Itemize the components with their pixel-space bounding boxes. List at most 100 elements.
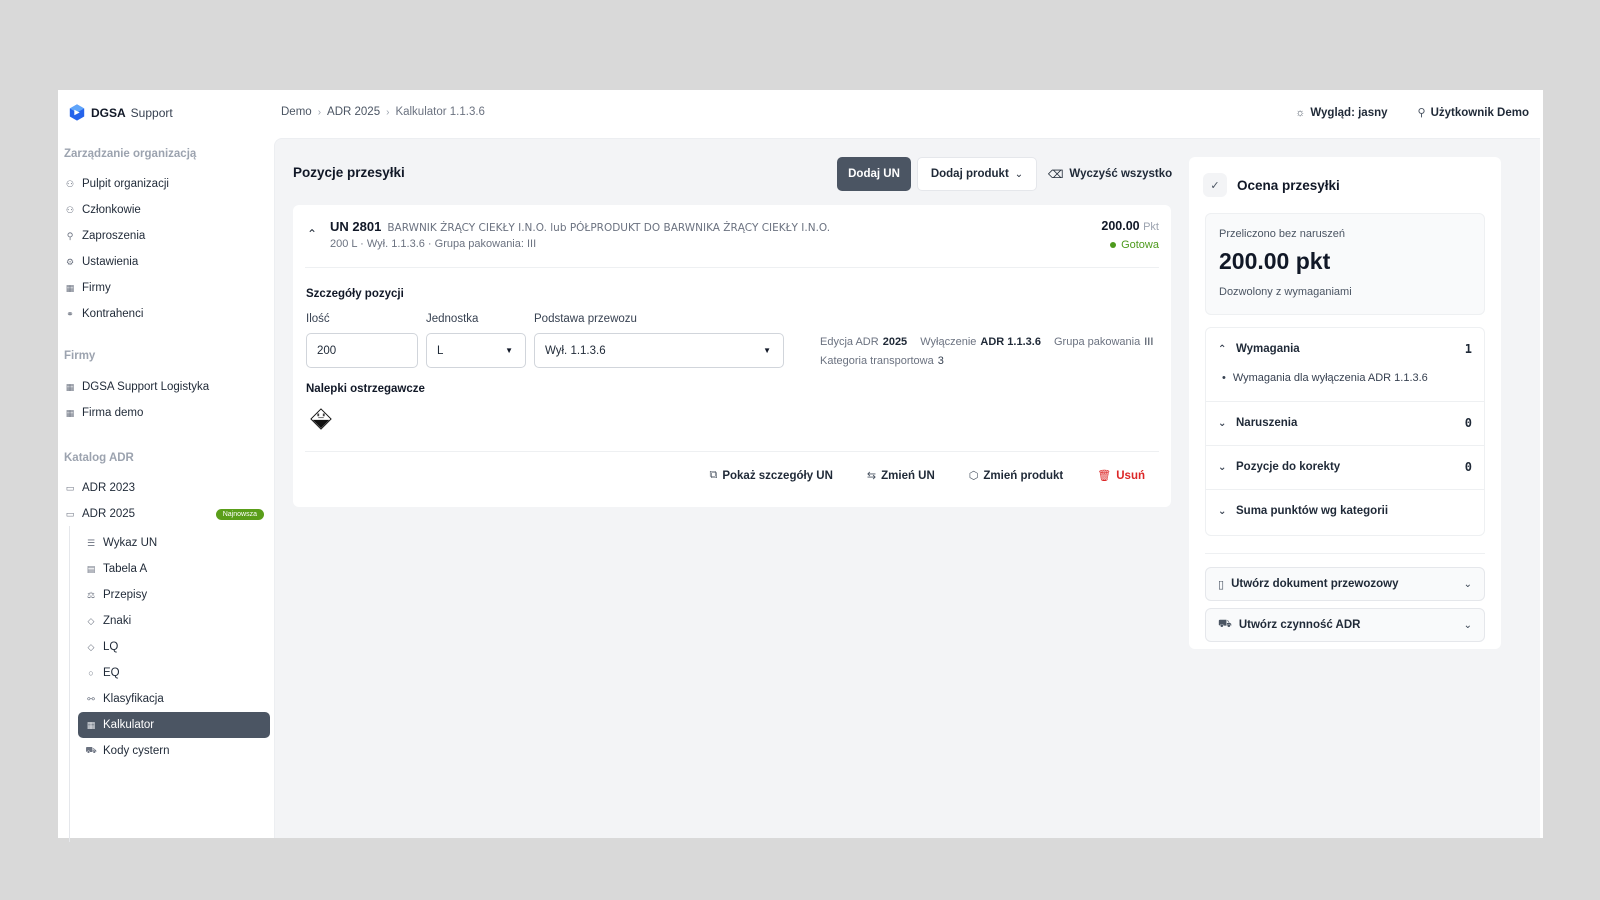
sidebar-item-signs[interactable]: ◇ Znaki bbox=[78, 609, 270, 633]
sidebar-item-settings[interactable]: ⚙ Ustawienia bbox=[64, 250, 264, 274]
chevron-down-icon: ⌄ bbox=[1014, 168, 1024, 180]
latest-badge: Najnowsza bbox=[215, 508, 264, 520]
item-meta: Edycja ADR 2025 Wyłączenie ADR 1.1.3.6 Gru… bbox=[820, 333, 1165, 371]
sum-label: Suma punktów wg kategorii bbox=[1236, 505, 1389, 517]
sidebar-item-label: Wykaz UN bbox=[103, 537, 158, 549]
quantity-field[interactable]: 200 bbox=[306, 333, 418, 368]
building-icon: ▦ bbox=[65, 381, 75, 392]
diamond-icon: ◇ bbox=[87, 641, 95, 652]
sidebar-item-un-list[interactable]: ☰ Wykaz UN bbox=[78, 531, 270, 555]
points-value: 200.00 bbox=[1101, 219, 1140, 233]
breadcrumb-demo[interactable]: Demo bbox=[281, 106, 312, 118]
delete-button[interactable]: 🗑 Usuń bbox=[1097, 469, 1145, 483]
section-title-firms: Firmy bbox=[64, 350, 96, 362]
package-icon: ⬡ bbox=[968, 470, 979, 482]
add-un-button[interactable]: Dodaj UN bbox=[837, 157, 911, 191]
sidebar-item-label: DGSA Support Logistyka bbox=[82, 381, 210, 393]
sidebar: DGSA Support Zarządzanie organizacją ⚇ Pu… bbox=[58, 90, 274, 842]
sidebar-item-members[interactable]: ⚇ Członkowie bbox=[64, 198, 264, 222]
packing-group-label: Grupa pakowania bbox=[1054, 336, 1141, 348]
unit-select[interactable]: L ▼ bbox=[426, 333, 526, 368]
calculator-icon: ▦ bbox=[86, 719, 96, 730]
verdict: Dozwolony z wymaganiami bbox=[1219, 286, 1352, 298]
divider bbox=[305, 451, 1159, 452]
corrosive-hazard-label-icon bbox=[310, 408, 332, 430]
violations-toggle[interactable]: ⌄ Naruszenia 0 bbox=[1206, 402, 1484, 444]
collapse-chevron-up-icon[interactable]: ⌃ bbox=[307, 227, 317, 241]
brand-logo[interactable]: DGSA Support bbox=[68, 103, 173, 122]
sidebar-item-firma-demo[interactable]: ▦ Firma demo bbox=[64, 401, 264, 425]
sidebar-item-contractors[interactable]: ⚭ Kontrahenci bbox=[64, 302, 264, 326]
sidebar-item-dashboard[interactable]: ⚇ Pulpit organizacji bbox=[64, 172, 264, 196]
basis-select[interactable]: Wył. 1.1.3.6 ▼ bbox=[534, 333, 784, 368]
sidebar-item-label: Ustawienia bbox=[82, 256, 139, 268]
logo-icon bbox=[69, 104, 85, 121]
page-title: Pozycje przesyłki bbox=[293, 165, 405, 180]
show-un-details-button[interactable]: ⧉ Pokaż szczegóły UN bbox=[709, 469, 832, 482]
truck-icon: ⛟ bbox=[85, 745, 97, 755]
item-actions: ⧉ Pokaż szczegóły UN ⇆ Zmień UN ⬡ Zmień pro… bbox=[709, 469, 1145, 482]
gear-icon: ⚙ bbox=[65, 256, 75, 267]
chevron-down-icon: ⌄ bbox=[1218, 505, 1227, 517]
change-un-button[interactable]: ⇆ Zmień UN bbox=[867, 469, 935, 483]
section-title-org: Zarządzanie organizacją bbox=[64, 148, 197, 160]
sidebar-item-tank-codes[interactable]: ⛟ Kody cystern bbox=[78, 739, 270, 763]
sidebar-item-classification[interactable]: ⚯ Klasyfikacja bbox=[78, 687, 270, 711]
sidebar-item-label: Kody cystern bbox=[103, 745, 170, 757]
create-adr-activity-button[interactable]: ⛟ Utwórz czynność ADR ⌄ bbox=[1205, 608, 1485, 642]
sidebar-item-label: Znaki bbox=[103, 615, 132, 627]
document-icon: ▯ bbox=[1218, 578, 1225, 591]
theme-label: Wygląd: jasny bbox=[1310, 106, 1388, 119]
list-icon: ☰ bbox=[86, 537, 96, 548]
app-window: DGSA Support Zarządzanie organizacją ⚇ Pu… bbox=[58, 90, 1543, 842]
assessment-title: ✓ Ocena przesyłki bbox=[1203, 173, 1340, 197]
change-un-label: Zmień UN bbox=[881, 469, 935, 482]
basis-value: Wył. 1.1.3.6 bbox=[545, 344, 606, 357]
sidebar-item-label: Firma demo bbox=[82, 407, 144, 419]
check-circle-icon: ✓ bbox=[1203, 173, 1227, 197]
clear-all-button[interactable]: ⌫ Wyczyść wszystko bbox=[1045, 157, 1175, 191]
sidebar-item-adr-2023[interactable]: ▭ ADR 2023 bbox=[64, 476, 264, 500]
corrections-toggle[interactable]: ⌄ Pozycje do korekty 0 bbox=[1206, 446, 1484, 488]
bullet-icon: • bbox=[1222, 372, 1226, 384]
sidebar-item-table-a[interactable]: ▤ Tabela A bbox=[78, 557, 270, 581]
edition-value: 2025 bbox=[882, 336, 908, 348]
create-transport-doc-button[interactable]: ▯ Utwórz dokument przewozowy ⌄ bbox=[1205, 567, 1485, 601]
un-number: UN 2801 bbox=[330, 219, 382, 234]
sidebar-item-regulations[interactable]: ⚖ Przepisy bbox=[78, 583, 270, 607]
requirements-toggle[interactable]: ⌃ Wymagania 1 bbox=[1206, 328, 1484, 370]
building-icon: ▦ bbox=[65, 282, 75, 293]
add-product-button[interactable]: Dodaj produkt ⌄ bbox=[917, 157, 1037, 191]
sidebar-item-dgsa-logistyka[interactable]: ▦ DGSA Support Logistyka bbox=[64, 375, 264, 399]
book-icon: ▭ bbox=[65, 508, 75, 519]
sidebar-item-label: Członkowie bbox=[82, 204, 141, 216]
delete-label: Usuń bbox=[1116, 469, 1145, 482]
external-link-icon: ⧉ bbox=[709, 469, 718, 481]
breadcrumb-current: Kalkulator 1.1.3.6 bbox=[395, 106, 485, 118]
sidebar-item-adr-2025[interactable]: ▭ ADR 2025 Najnowsza bbox=[64, 502, 264, 526]
sidebar-item-calculator[interactable]: ▦ Kalkulator bbox=[78, 712, 270, 738]
theme-toggle[interactable]: ☼ Wygląd: jasny bbox=[1295, 106, 1387, 119]
sum-by-category-toggle[interactable]: ⌄ Suma punktów wg kategorii bbox=[1206, 490, 1484, 532]
assessment-title-text: Ocena przesyłki bbox=[1237, 177, 1340, 193]
chevron-down-icon: ⌄ bbox=[1218, 461, 1227, 473]
sidebar-item-eq[interactable]: ○ EQ bbox=[78, 661, 270, 685]
sidebar-item-label: Przepisy bbox=[103, 589, 148, 601]
sidebar-item-firms[interactable]: ▦ Firmy bbox=[64, 276, 264, 300]
change-product-button[interactable]: ⬡ Zmień produkt bbox=[968, 469, 1063, 483]
sidebar-item-invites[interactable]: ⚲ Zaproszenia bbox=[64, 224, 264, 248]
user-label: Użytkownik Demo bbox=[1430, 106, 1529, 119]
caret-down-icon: ▼ bbox=[505, 346, 513, 355]
brand-name-rest: Support bbox=[130, 105, 173, 120]
meta-row-1: Edycja ADR 2025 Wyłączenie ADR 1.1.3.6 Gru… bbox=[820, 333, 1165, 352]
sidebar-item-lq[interactable]: ◇ LQ bbox=[78, 635, 270, 659]
calc-note: Przeliczono bez naruszeń bbox=[1219, 228, 1345, 240]
exemption-label: Wyłączenie bbox=[920, 336, 977, 348]
sidebar-item-label: ADR 2023 bbox=[82, 482, 136, 494]
divider bbox=[1205, 553, 1485, 554]
breadcrumb-adr-2025[interactable]: ADR 2025 bbox=[327, 106, 380, 118]
breadcrumb: Demo › ADR 2025 › Kalkulator 1.1.3.6 bbox=[281, 106, 485, 118]
user-menu[interactable]: ⚲ Użytkownik Demo bbox=[1418, 106, 1529, 120]
transport-cat-value: 3 bbox=[937, 355, 944, 367]
item-points: 200.00 Pkt bbox=[1101, 219, 1159, 233]
